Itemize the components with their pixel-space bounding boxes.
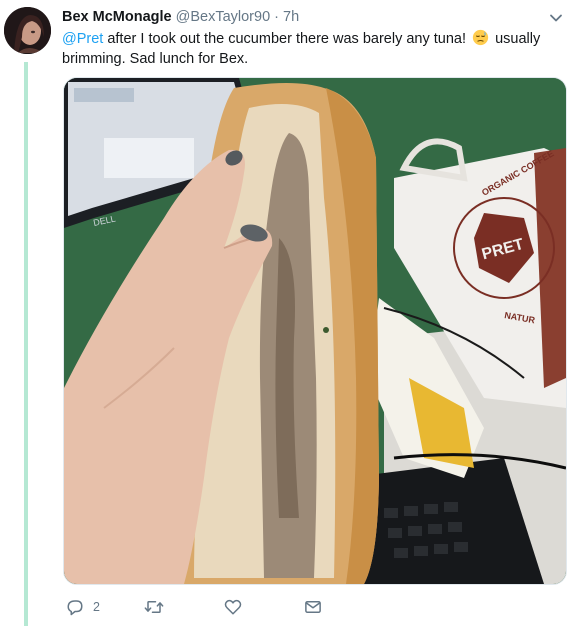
- thread-line: [24, 62, 28, 626]
- timestamp[interactable]: 7h: [283, 9, 299, 25]
- reply-button[interactable]: 2: [66, 597, 100, 617]
- chevron-down-icon[interactable]: [548, 10, 564, 26]
- tweet-photo[interactable]: DELL PRET ORGANIC COFFEE NATUR: [63, 77, 567, 585]
- like-button[interactable]: [224, 597, 242, 617]
- tweet-text: @Pret after I took out the cucumber ther…: [62, 29, 552, 69]
- sandwich-photo: DELL PRET ORGANIC COFFEE NATUR: [64, 78, 566, 584]
- tweet-actions: 2: [66, 597, 366, 617]
- disappointed-face-emoji-icon: [472, 29, 489, 46]
- retweet-button[interactable]: [144, 597, 164, 617]
- retweet-icon: [144, 601, 164, 613]
- avatar-image: [4, 7, 51, 54]
- heart-icon: [224, 599, 242, 615]
- author-handle[interactable]: @BexTaylor90: [176, 9, 271, 25]
- tweet-text-part-1: after I took out the cucumber there was …: [103, 31, 471, 47]
- reply-icon: [67, 600, 83, 616]
- separator: ·: [274, 9, 280, 25]
- avatar[interactable]: [4, 7, 51, 54]
- mention-link[interactable]: @Pret: [62, 31, 103, 47]
- reply-count: 2: [93, 600, 100, 614]
- author-name[interactable]: Bex McMonagle: [62, 9, 172, 25]
- direct-message-button[interactable]: [304, 597, 322, 617]
- envelope-icon: [305, 601, 321, 613]
- tweet-header: Bex McMonagle @BexTaylor90 · 7h: [62, 8, 544, 26]
